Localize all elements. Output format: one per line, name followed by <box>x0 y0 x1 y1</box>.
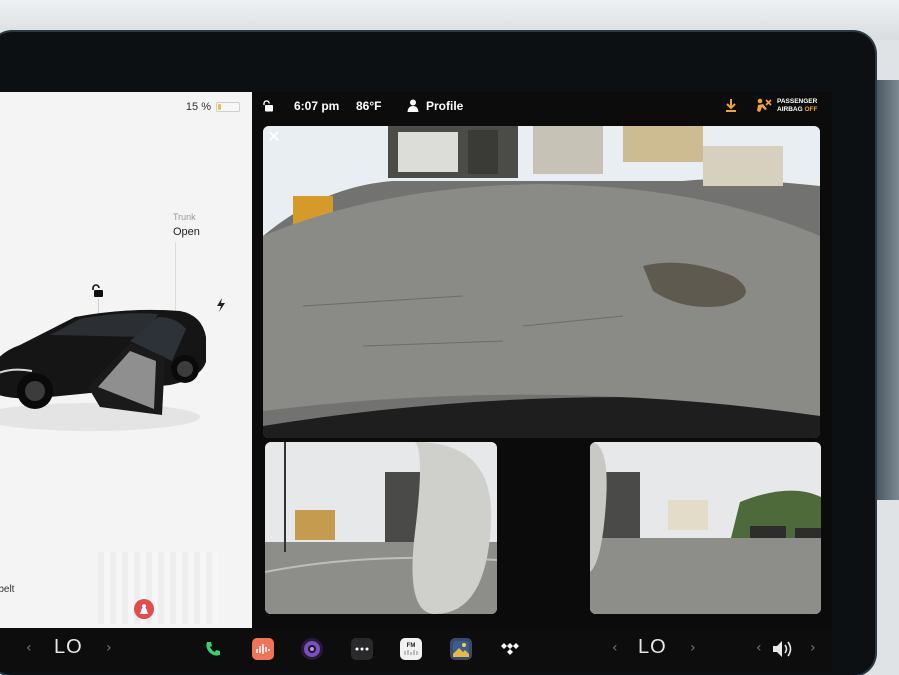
display-bezel: 15 % Trunk Open belt 6:07 pm 86°F Profil… <box>0 32 875 675</box>
airbag-line-1: PASSENGER <box>777 98 818 105</box>
battery-indicator: 15 % <box>186 101 240 113</box>
driver-temperature[interactable]: LO <box>54 636 83 659</box>
more-icon[interactable] <box>351 638 373 660</box>
music-icon[interactable] <box>252 638 274 660</box>
trunk-open-button[interactable]: Open <box>173 226 200 238</box>
camera-icon[interactable] <box>301 638 323 660</box>
chevron-left-icon[interactable]: ‹ <box>612 640 618 656</box>
battery-icon <box>216 102 240 112</box>
touchscreen: 15 % Trunk Open belt 6:07 pm 86°F Profil… <box>0 92 832 672</box>
download-icon[interactable] <box>725 99 737 113</box>
status-bar: 6:07 pm 86°F Profile PASSENGER AIRBAG OF… <box>252 92 832 120</box>
unlock-icon[interactable] <box>262 100 274 112</box>
battery-fill <box>218 104 222 110</box>
volume-down-chevron-icon[interactable]: ‹ <box>756 640 762 656</box>
tidal-icon[interactable] <box>499 638 521 660</box>
clock: 6:07 pm <box>294 99 340 113</box>
passenger-temperature[interactable]: LO <box>638 636 667 659</box>
right-repeater-camera-view <box>590 442 821 614</box>
car-model-image <box>0 309 206 431</box>
rear-camera-view <box>263 126 820 438</box>
volume-icon[interactable] <box>772 640 794 658</box>
radio-icon[interactable]: FM <box>400 638 422 660</box>
battery-percent: 15 % <box>185 101 211 113</box>
seatbelt-warning-icon <box>134 599 154 619</box>
close-camera-button[interactable]: ✕ <box>266 129 282 145</box>
photos-icon[interactable] <box>450 638 472 660</box>
phone-icon[interactable] <box>202 638 224 660</box>
volume-up-chevron-icon[interactable]: › <box>810 640 816 656</box>
chevron-left-icon[interactable]: ‹ <box>26 640 32 656</box>
chevron-right-icon[interactable]: › <box>690 640 696 656</box>
airbag-state: OFF <box>804 106 818 113</box>
outside-temperature: 86°F <box>356 99 382 113</box>
passenger-airbag-indicator: PASSENGER AIRBAG OFF <box>755 95 825 117</box>
left-repeater-camera-view <box>265 442 497 614</box>
profile-icon[interactable] <box>407 99 419 112</box>
seatbelt-warning-text: atbelt <box>0 584 15 595</box>
car-status-panel: 15 % Trunk Open belt <box>0 92 252 628</box>
bottom-dock: ‹ LO › FM ‹ LO › ‹ › <box>0 628 832 672</box>
chevron-right-icon[interactable]: › <box>106 640 112 656</box>
seat-occupancy-graphic <box>98 552 218 624</box>
trunk-label: Trunk <box>173 212 196 222</box>
profile-button[interactable]: Profile <box>426 99 463 113</box>
airbag-line-2: AIRBAG <box>777 106 803 113</box>
airbag-icon <box>757 98 772 112</box>
